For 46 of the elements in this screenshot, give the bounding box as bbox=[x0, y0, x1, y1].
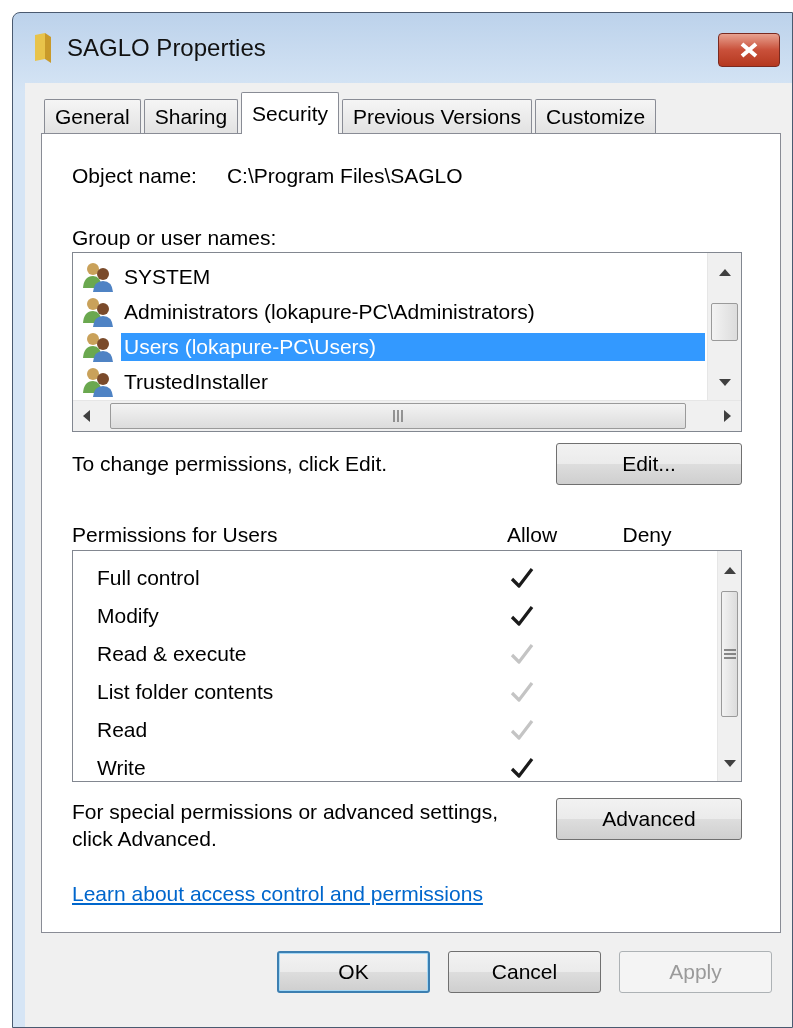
object-name-label: Object name: bbox=[72, 164, 197, 188]
users-icon bbox=[83, 366, 115, 397]
user-list-item[interactable]: TrustedInstaller bbox=[121, 367, 705, 396]
deny-heading: Deny bbox=[621, 523, 673, 547]
scrollbar-thumb[interactable] bbox=[721, 591, 738, 717]
permission-name: Write bbox=[97, 756, 147, 780]
close-icon bbox=[740, 42, 758, 58]
users-icon bbox=[83, 261, 115, 292]
tab[interactable]: Previous Versions bbox=[341, 99, 533, 133]
close-button[interactable] bbox=[718, 33, 780, 67]
left-arrow-icon[interactable] bbox=[83, 410, 90, 422]
dialog-button[interactable]: OK bbox=[277, 951, 430, 993]
up-arrow-icon[interactable] bbox=[718, 269, 731, 276]
down-arrow-icon[interactable] bbox=[723, 760, 736, 767]
edit-button[interactable]: Edit... bbox=[556, 443, 742, 485]
tab[interactable]: Sharing bbox=[143, 99, 239, 133]
user-list-item[interactable]: Administrators (lokapure-PC\Administrators) bbox=[121, 297, 705, 326]
grip-icon bbox=[392, 410, 404, 422]
dialog-button[interactable]: Cancel bbox=[448, 951, 601, 993]
permissions-heading: Permissions for Users bbox=[72, 523, 278, 547]
up-arrow-icon[interactable] bbox=[723, 567, 736, 574]
users-label: Group or user names: bbox=[72, 226, 277, 250]
permission-name: Modify bbox=[97, 604, 160, 628]
permission-name: List folder contents bbox=[97, 680, 275, 704]
tab[interactable]: Customize bbox=[535, 99, 657, 133]
advanced-button[interactable]: Advanced bbox=[556, 798, 742, 840]
allow-heading: Allow bbox=[505, 523, 559, 547]
tab[interactable]: Security bbox=[241, 92, 339, 134]
object-name-value: C:\Program Files\SAGLO bbox=[226, 164, 463, 188]
scrollbar-thumb[interactable] bbox=[711, 303, 738, 341]
tab[interactable]: General bbox=[44, 99, 141, 133]
folder-icon bbox=[33, 33, 53, 63]
window-title: SAGLO Properties bbox=[67, 34, 266, 62]
right-arrow-icon[interactable] bbox=[724, 410, 731, 422]
permission-name: Read & execute bbox=[97, 642, 248, 666]
scrollbar-thumb[interactable] bbox=[110, 403, 686, 429]
change-hint: To change permissions, click Edit. bbox=[72, 452, 388, 476]
permission-name: Read bbox=[97, 718, 149, 742]
advanced-hint: For special permissions or advanced settings, click Advanced. bbox=[72, 799, 500, 852]
down-arrow-icon[interactable] bbox=[718, 379, 731, 386]
users-icon bbox=[83, 331, 115, 362]
users-icon bbox=[83, 296, 115, 327]
permission-name: Full control bbox=[97, 566, 201, 590]
help-link[interactable]: Learn about access control and permissions bbox=[72, 882, 483, 906]
user-list-item[interactable]: SYSTEM bbox=[121, 262, 705, 291]
grip-icon bbox=[723, 649, 736, 659]
